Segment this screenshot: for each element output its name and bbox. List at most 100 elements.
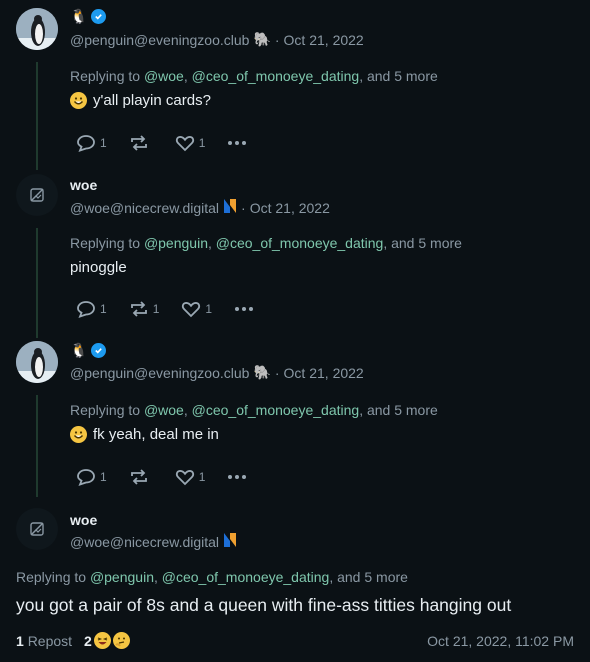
reply-button[interactable]: 1 <box>76 300 107 318</box>
verified-icon <box>91 9 107 24</box>
reply-button[interactable]: 1 <box>76 468 107 486</box>
repost-button[interactable] <box>129 134 153 152</box>
like-button[interactable]: 1 <box>175 134 206 152</box>
timestamp[interactable]: Oct 21, 2022 <box>284 32 364 48</box>
action-bar: 1 1 <box>76 468 269 486</box>
more-button[interactable] <box>227 140 247 146</box>
thread-line <box>36 228 38 338</box>
like-count: 1 <box>198 470 206 484</box>
handle[interactable]: @penguin@eveningzoo.club <box>70 32 249 48</box>
handle[interactable]: @penguin@eveningzoo.club <box>70 365 249 381</box>
reply-count: 1 <box>100 302 107 316</box>
replying-prefix: Replying to <box>16 569 87 585</box>
instance-logo-icon <box>223 532 237 551</box>
mastodon-icon: 🐘 <box>253 364 271 380</box>
instance-logo-icon <box>223 198 237 217</box>
display-name-emoji: 🐧 <box>70 342 88 358</box>
reaction-total: 2 <box>84 632 92 649</box>
repost-icon <box>130 469 147 485</box>
repost-icon <box>130 301 147 317</box>
status-content: you got a pair of 8s and a queen with fi… <box>16 595 512 615</box>
like-button[interactable]: 1 <box>175 468 206 486</box>
repost-label: Repost <box>27 632 73 649</box>
reply-icon <box>77 135 95 152</box>
display-name-text: woe <box>70 512 98 528</box>
action-bar: 1 1 1 <box>76 300 276 318</box>
status-content: pinoggle <box>70 259 127 276</box>
status-content: y'all playin cards? <box>93 92 211 109</box>
reply-count: 1 <box>100 136 107 150</box>
mention-link[interactable]: @ceo_of_monoeye_dating <box>192 68 360 84</box>
replying-to: Replying to @woe, @ceo_of_monoeye_dating… <box>70 68 438 84</box>
mention-link[interactable]: @ceo_of_monoeye_dating <box>162 569 330 585</box>
display-name[interactable]: 🐧 <box>70 342 107 359</box>
mention-link[interactable]: @penguin <box>90 569 154 585</box>
thread-line <box>36 62 38 170</box>
replying-prefix: Replying to <box>70 402 141 418</box>
status-footer: 1 Repost 2 Oct 21, 2022, 11:02 PM <box>16 632 574 649</box>
display-name-emoji: 🐧 <box>70 8 88 24</box>
smiley-emoji-icon <box>70 92 87 109</box>
mention-link[interactable]: @penguin <box>144 235 208 251</box>
heart-icon <box>175 136 194 152</box>
replying-prefix: Replying to <box>70 235 141 251</box>
handle[interactable]: @woe@nicecrew.digital <box>70 534 219 550</box>
repost-icon <box>130 135 147 151</box>
timestamp[interactable]: Oct 21, 2022 <box>284 365 364 381</box>
repost-button[interactable] <box>129 468 153 486</box>
like-count: 1 <box>198 136 206 150</box>
broken-image-icon <box>30 188 44 202</box>
repost-button[interactable]: 1 <box>129 300 160 318</box>
reply-button[interactable]: 1 <box>76 134 107 152</box>
display-name[interactable]: 🐧 <box>70 8 107 25</box>
mention-link[interactable]: @woe <box>144 68 184 84</box>
repost-total: 1 <box>16 632 24 649</box>
repost-count: 1 <box>152 302 160 316</box>
more-dots-icon <box>228 475 247 479</box>
separator-dot: · <box>274 364 280 381</box>
avatar-penguin[interactable] <box>16 8 58 50</box>
avatar-penguin[interactable] <box>16 341 58 383</box>
more-mentions-link[interactable]: and 5 more <box>367 402 438 418</box>
handle[interactable]: @woe@nicecrew.digital <box>70 200 219 216</box>
status-content: fk yeah, deal me in <box>93 426 219 443</box>
more-dots-icon <box>228 141 247 145</box>
reply-icon <box>77 301 95 318</box>
more-mentions-link[interactable]: and 5 more <box>367 68 438 84</box>
more-button[interactable] <box>227 474 247 480</box>
reply-count: 1 <box>100 470 107 484</box>
mastodon-icon: 🐘 <box>253 31 271 47</box>
mention-link[interactable]: @woe <box>144 402 184 418</box>
avatar-woe[interactable] <box>16 508 58 550</box>
avatar-woe[interactable] <box>16 174 58 216</box>
separator-dot: · <box>274 31 280 48</box>
more-mentions-link[interactable]: and 5 more <box>337 569 408 585</box>
heart-icon <box>175 470 194 486</box>
more-dots-icon <box>235 307 254 311</box>
thread-line <box>36 395 38 497</box>
broken-image-icon <box>30 522 44 536</box>
display-name[interactable]: woe <box>70 177 97 193</box>
replying-to: Replying to @penguin, @ceo_of_monoeye_da… <box>70 235 462 251</box>
repost-info[interactable]: 1 Repost <box>16 633 72 649</box>
mention-link[interactable]: @ceo_of_monoeye_dating <box>192 402 360 418</box>
display-name[interactable]: woe <box>70 512 97 528</box>
like-button[interactable]: 1 <box>181 300 212 318</box>
replying-to: Replying to @penguin, @ceo_of_monoeye_da… <box>16 569 408 585</box>
reactions[interactable]: 2 <box>84 632 130 649</box>
mention-link[interactable]: @ceo_of_monoeye_dating <box>216 235 384 251</box>
verified-icon <box>91 343 107 358</box>
replying-to: Replying to @woe, @ceo_of_monoeye_dating… <box>70 402 438 418</box>
heart-icon <box>182 302 201 318</box>
replying-prefix: Replying to <box>70 68 141 84</box>
thinking-emoji-icon <box>112 632 130 649</box>
timestamp-full[interactable]: Oct 21, 2022, 11:02 PM <box>427 633 574 649</box>
display-name-text: woe <box>70 177 98 193</box>
reply-icon <box>77 469 95 486</box>
separator-dot: · <box>241 199 246 216</box>
more-mentions-link[interactable]: and 5 more <box>391 235 462 251</box>
action-bar: 1 1 <box>76 134 269 152</box>
more-button[interactable] <box>234 306 254 312</box>
smiley-emoji-icon <box>70 426 87 443</box>
timestamp[interactable]: Oct 21, 2022 <box>250 200 330 216</box>
